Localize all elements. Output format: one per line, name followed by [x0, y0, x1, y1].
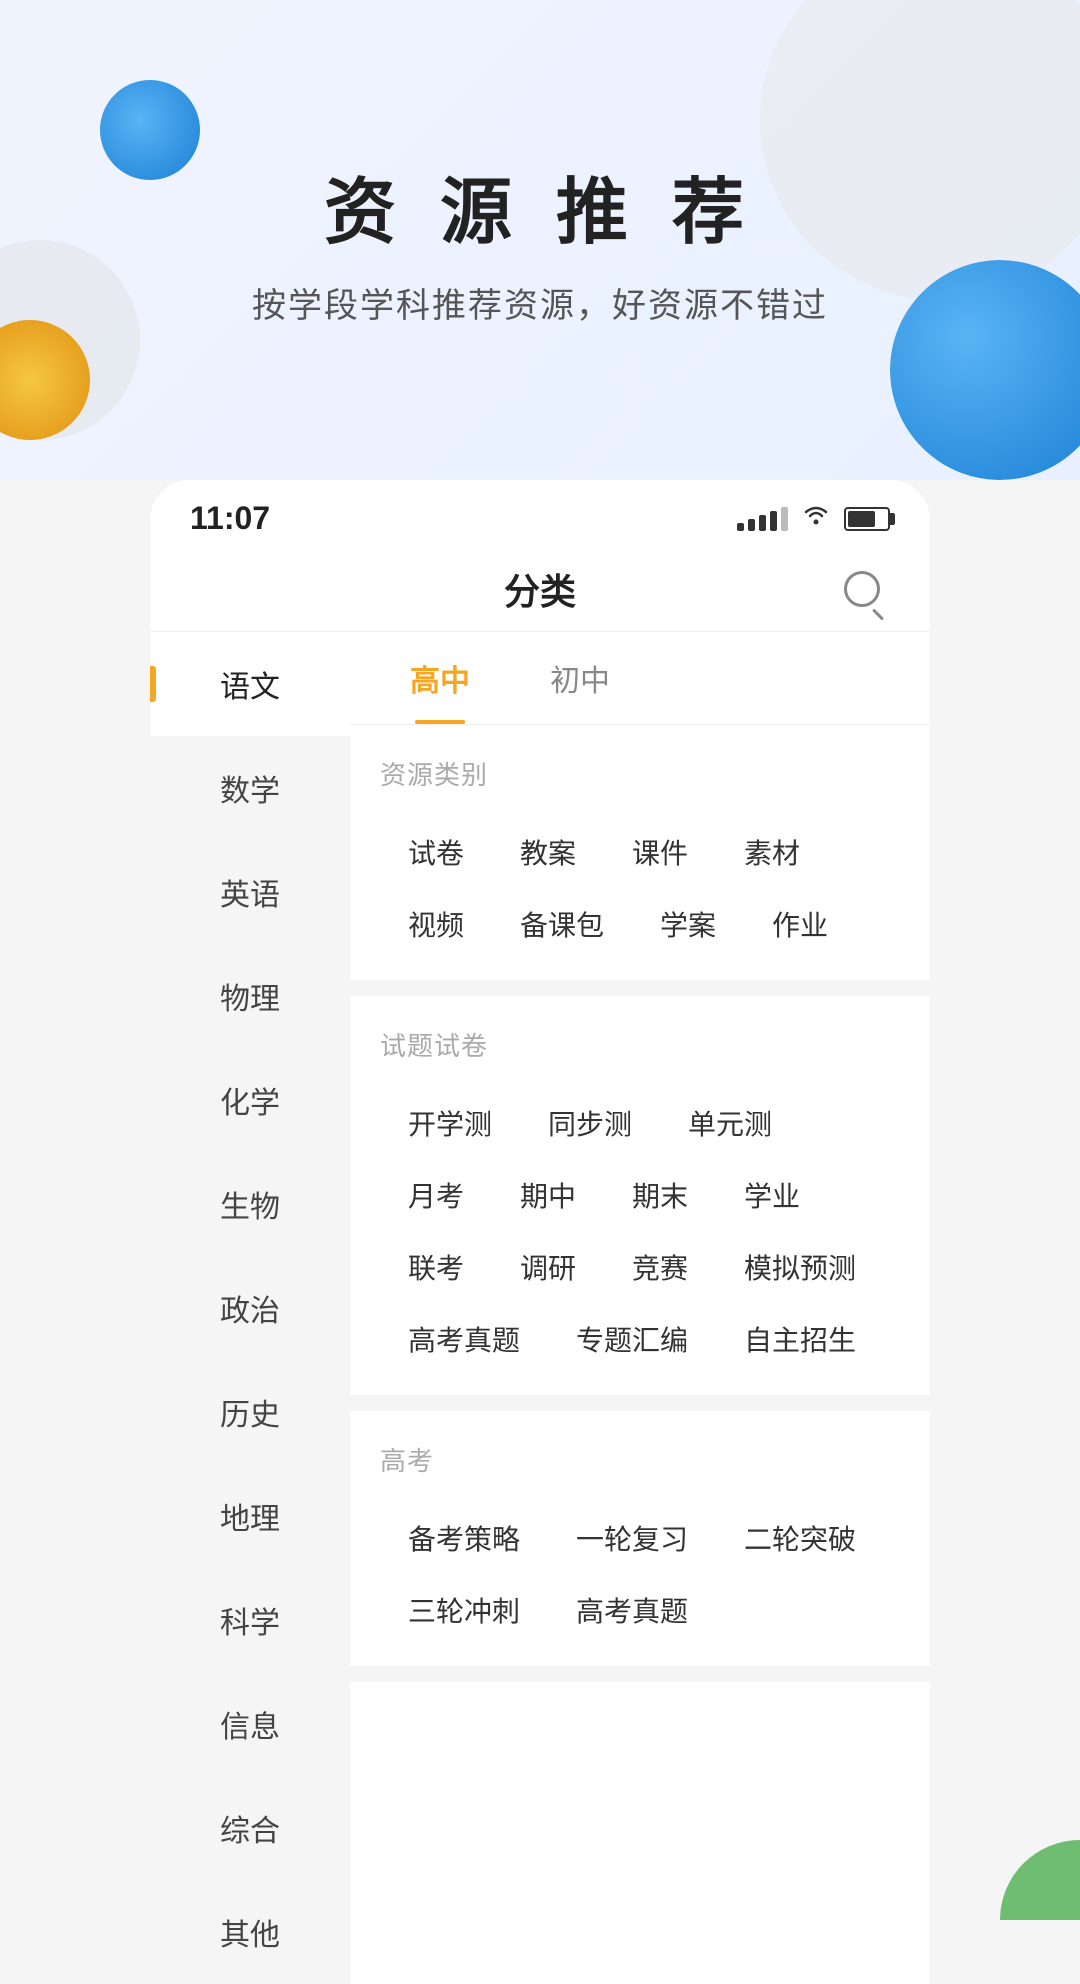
tag-单元测[interactable]: 单元测 — [660, 1087, 800, 1159]
sidebar-item-历史[interactable]: 历史 — [150, 1360, 350, 1464]
signal-bar-2 — [748, 519, 755, 531]
blue-circle-small — [100, 80, 200, 180]
tag-高考真题2[interactable]: 高考真题 — [548, 1574, 716, 1646]
main-content: 语文 数学 英语 物理 化学 生物 政治 历史 地理 科学 信息 综合 其他 高… — [150, 632, 930, 1984]
tag-教案[interactable]: 教案 — [492, 816, 604, 888]
tag-同步测[interactable]: 同步测 — [520, 1087, 660, 1159]
tag-专题汇编[interactable]: 专题汇编 — [548, 1303, 716, 1375]
tag-高考真题1[interactable]: 高考真题 — [380, 1303, 548, 1375]
tag-月考[interactable]: 月考 — [380, 1159, 492, 1231]
sidebar-item-地理[interactable]: 地理 — [150, 1464, 350, 1568]
tag-grid-资源类别: 试卷 教案 课件 素材 视频 备课包 学案 作业 — [380, 816, 900, 960]
tag-竞赛[interactable]: 竞赛 — [604, 1231, 716, 1303]
status-time: 11:07 — [190, 500, 270, 537]
tab-高中[interactable]: 高中 — [370, 632, 510, 724]
tag-课件[interactable]: 课件 — [604, 816, 716, 888]
section-试题试卷: 试题试卷 开学测 同步测 单元测 月考 期中 期末 学业 联考 调研 竞赛 模拟… — [350, 996, 930, 1411]
tag-grid-试题试卷: 开学测 同步测 单元测 月考 期中 期末 学业 联考 调研 竞赛 模拟预测 高考… — [380, 1087, 900, 1375]
bg-decoration-1 — [760, 0, 1080, 300]
tag-联考[interactable]: 联考 — [380, 1231, 492, 1303]
search-icon — [844, 571, 880, 607]
sidebar-item-综合[interactable]: 综合 — [150, 1776, 350, 1880]
sidebar-item-语文[interactable]: 语文 — [150, 632, 350, 736]
tab-初中[interactable]: 初中 — [510, 632, 650, 724]
sidebar-item-科学[interactable]: 科学 — [150, 1568, 350, 1672]
tag-学案[interactable]: 学案 — [632, 888, 744, 960]
tag-备考策略[interactable]: 备考策略 — [380, 1502, 548, 1574]
signal-bar-3 — [759, 515, 766, 531]
section-title-高考: 高考 — [380, 1441, 900, 1478]
tag-试卷[interactable]: 试卷 — [380, 816, 492, 888]
section-title-试题试卷: 试题试卷 — [380, 1026, 900, 1063]
sidebar-item-信息[interactable]: 信息 — [150, 1672, 350, 1776]
promo-subtitle: 按学段学科推荐资源，好资源不错过 — [252, 278, 828, 327]
phone-frame: 11:07 分类 — [150, 480, 930, 1984]
section-资源类别: 资源类别 试卷 教案 课件 素材 视频 备课包 学案 作业 — [350, 725, 930, 996]
green-leaf-decoration — [1000, 1840, 1080, 1920]
wifi-icon — [802, 503, 830, 534]
sidebar-item-英语[interactable]: 英语 — [150, 840, 350, 944]
tag-开学测[interactable]: 开学测 — [380, 1087, 520, 1159]
tag-三轮冲刺[interactable]: 三轮冲刺 — [380, 1574, 548, 1646]
tag-视频[interactable]: 视频 — [380, 888, 492, 960]
promo-title: 资 源 推 荐 — [324, 153, 756, 258]
tag-备课包[interactable]: 备课包 — [492, 888, 632, 960]
tag-自主招生[interactable]: 自主招生 — [716, 1303, 884, 1375]
tag-期中[interactable]: 期中 — [492, 1159, 604, 1231]
nav-title: 分类 — [504, 563, 576, 615]
tag-期末[interactable]: 期末 — [604, 1159, 716, 1231]
signal-bar-5 — [781, 507, 788, 531]
signal-bar-1 — [737, 523, 744, 531]
signal-bar-4 — [770, 511, 777, 531]
section-高考: 高考 备考策略 一轮复习 二轮突破 三轮冲刺 高考真题 — [350, 1411, 930, 1682]
sub-tabs: 高中 初中 — [350, 632, 930, 725]
search-button[interactable] — [834, 561, 890, 617]
tag-学业[interactable]: 学业 — [716, 1159, 828, 1231]
promo-banner: 资 源 推 荐 按学段学科推荐资源，好资源不错过 — [0, 0, 1080, 480]
tag-作业[interactable]: 作业 — [744, 888, 856, 960]
status-bar: 11:07 — [150, 480, 930, 547]
tag-模拟预测[interactable]: 模拟预测 — [716, 1231, 884, 1303]
sidebar: 语文 数学 英语 物理 化学 生物 政治 历史 地理 科学 信息 综合 其他 — [150, 632, 350, 1984]
signal-icon — [737, 507, 788, 531]
tag-调研[interactable]: 调研 — [492, 1231, 604, 1303]
sidebar-item-其他[interactable]: 其他 — [150, 1880, 350, 1984]
sidebar-item-生物[interactable]: 生物 — [150, 1152, 350, 1256]
sidebar-item-化学[interactable]: 化学 — [150, 1048, 350, 1152]
sidebar-item-政治[interactable]: 政治 — [150, 1256, 350, 1360]
tag-grid-高考: 备考策略 一轮复习 二轮突破 三轮冲刺 高考真题 — [380, 1502, 900, 1646]
battery-fill — [848, 511, 875, 527]
sidebar-item-物理[interactable]: 物理 — [150, 944, 350, 1048]
tag-一轮复习[interactable]: 一轮复习 — [548, 1502, 716, 1574]
tag-二轮突破[interactable]: 二轮突破 — [716, 1502, 884, 1574]
right-content: 高中 初中 资源类别 试卷 教案 课件 素材 视频 备课包 学案 作业 — [350, 632, 930, 1984]
sidebar-item-数学[interactable]: 数学 — [150, 736, 350, 840]
nav-bar: 分类 — [150, 547, 930, 632]
tag-素材[interactable]: 素材 — [716, 816, 828, 888]
status-icons — [737, 503, 890, 534]
section-title-资源类别: 资源类别 — [380, 755, 900, 792]
battery-icon — [844, 507, 890, 531]
